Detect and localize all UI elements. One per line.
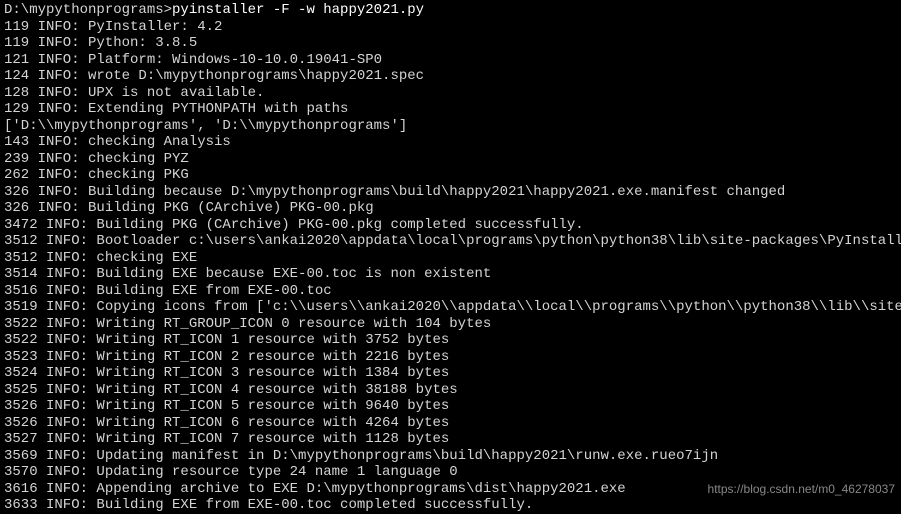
- output-line: 119 INFO: PyInstaller: 4.2: [4, 19, 897, 36]
- output-line: 3526 INFO: Writing RT_ICON 5 resource wi…: [4, 398, 897, 415]
- output-line: 3526 INFO: Writing RT_ICON 6 resource wi…: [4, 415, 897, 432]
- output-line: 3512 INFO: Bootloader c:\users\ankai2020…: [4, 233, 897, 250]
- output-line: 128 INFO: UPX is not available.: [4, 85, 897, 102]
- output-line: 3523 INFO: Writing RT_ICON 2 resource wi…: [4, 349, 897, 366]
- output-line: 129 INFO: Extending PYTHONPATH with path…: [4, 101, 897, 118]
- output-line: 143 INFO: checking Analysis: [4, 134, 897, 151]
- output-line: ['D:\\mypythonprograms', 'D:\\mypythonpr…: [4, 118, 897, 135]
- output-line: 3527 INFO: Writing RT_ICON 7 resource wi…: [4, 431, 897, 448]
- output-line: 3569 INFO: Updating manifest in D:\mypyt…: [4, 448, 897, 465]
- watermark-text: https://blog.csdn.net/m0_46278037: [708, 482, 895, 496]
- output-line: 121 INFO: Platform: Windows-10-10.0.1904…: [4, 52, 897, 69]
- command-text: pyinstaller -F -w happy2021.py: [172, 2, 424, 18]
- output-line: 3514 INFO: Building EXE because EXE-00.t…: [4, 266, 897, 283]
- output-line: 3525 INFO: Writing RT_ICON 4 resource wi…: [4, 382, 897, 399]
- output-line: 3570 INFO: Updating resource type 24 nam…: [4, 464, 897, 481]
- output-line: 326 INFO: Building PKG (CArchive) PKG-00…: [4, 200, 897, 217]
- output-line: 124 INFO: wrote D:\mypythonprograms\happ…: [4, 68, 897, 85]
- terminal-output: 119 INFO: PyInstaller: 4.2119 INFO: Pyth…: [4, 19, 897, 514]
- output-line: 119 INFO: Python: 3.8.5: [4, 35, 897, 52]
- output-line: 3472 INFO: Building PKG (CArchive) PKG-0…: [4, 217, 897, 234]
- command-prompt-line[interactable]: D:\mypythonprograms>pyinstaller -F -w ha…: [4, 2, 897, 19]
- output-line: 3512 INFO: checking EXE: [4, 250, 897, 267]
- output-line: 262 INFO: checking PKG: [4, 167, 897, 184]
- prompt-path: D:\mypythonprograms>: [4, 2, 172, 18]
- output-line: 239 INFO: checking PYZ: [4, 151, 897, 168]
- output-line: 3524 INFO: Writing RT_ICON 3 resource wi…: [4, 365, 897, 382]
- output-line: 3522 INFO: Writing RT_GROUP_ICON 0 resou…: [4, 316, 897, 333]
- output-line: 3522 INFO: Writing RT_ICON 1 resource wi…: [4, 332, 897, 349]
- output-line: 326 INFO: Building because D:\mypythonpr…: [4, 184, 897, 201]
- output-line: 3516 INFO: Building EXE from EXE-00.toc: [4, 283, 897, 300]
- output-line: 3519 INFO: Copying icons from ['c:\\user…: [4, 299, 897, 316]
